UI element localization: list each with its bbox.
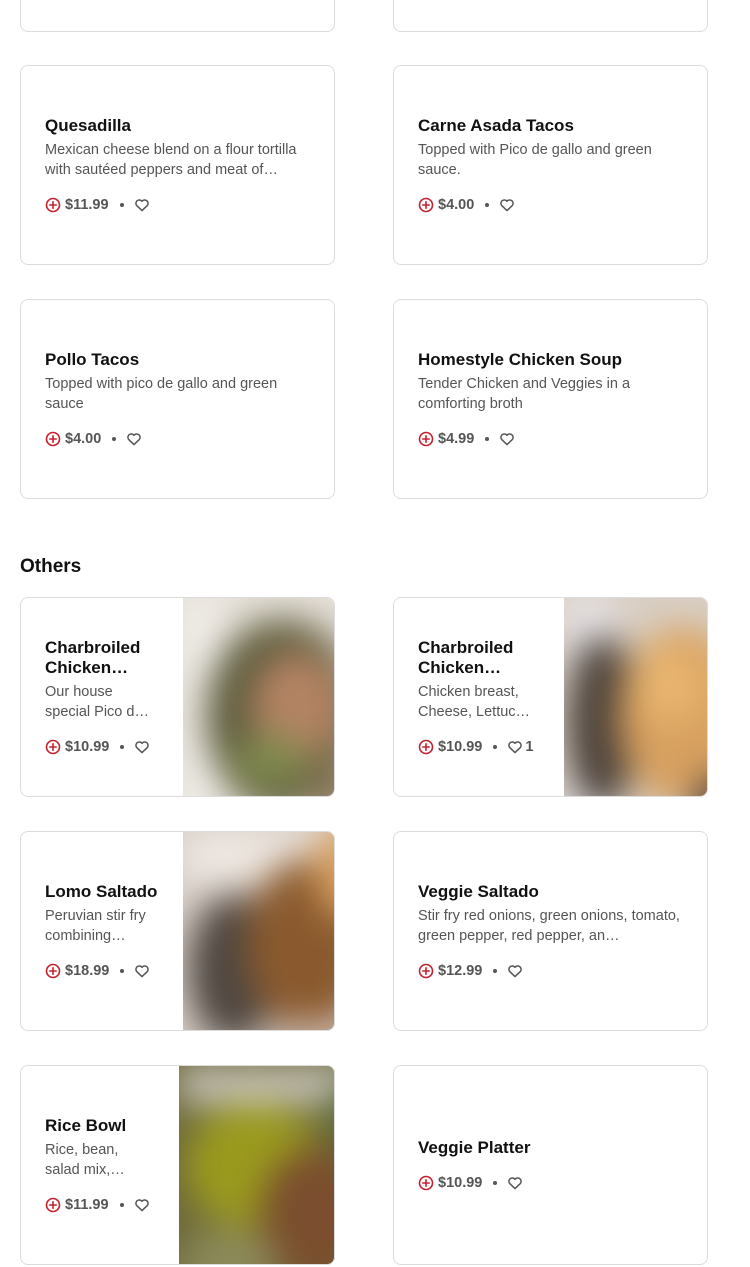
circle-plus-icon[interactable] xyxy=(45,739,61,755)
heart-outline-icon xyxy=(134,739,150,755)
item-name: Charbroiled Chicken… xyxy=(45,638,141,677)
item-photo xyxy=(183,832,334,1030)
heart-outline-icon xyxy=(507,1175,523,1191)
menu-item-card[interactable]: Homestyle Chicken Soup Tender Chicken an… xyxy=(393,299,708,499)
section-title-others: Others xyxy=(20,556,82,577)
separator-dot xyxy=(493,969,498,973)
heart-outline-icon xyxy=(499,431,515,447)
item-description: Our house special Pico d… xyxy=(45,684,149,720)
item-description: Stir fry red onions, green onions, tomat… xyxy=(418,908,680,944)
item-name: Charbroiled Chicken… xyxy=(418,638,514,677)
item-price: $10.99 xyxy=(438,739,483,755)
favorite-button[interactable] xyxy=(134,739,150,755)
separator-dot xyxy=(119,1203,124,1207)
heart-outline-icon xyxy=(499,197,515,213)
item-meta: $4.00 xyxy=(45,430,310,448)
heart-outline-icon xyxy=(134,1197,150,1213)
circle-plus-icon[interactable] xyxy=(418,739,434,755)
menu-item-card[interactable]: Rice Bowl Rice, bean, salad mix,… $11.99 xyxy=(20,1065,335,1265)
circle-plus-icon[interactable] xyxy=(418,963,434,979)
item-photo xyxy=(183,598,334,796)
item-name: Lomo Saltado xyxy=(45,882,158,901)
item-description: Rice, bean, salad mix,… xyxy=(45,1142,125,1178)
item-name: Quesadilla xyxy=(45,116,131,135)
circle-plus-icon[interactable] xyxy=(45,963,61,979)
item-photo xyxy=(564,598,707,796)
menu-item-card[interactable]: Charbroiled Chicken… Chicken breast, Che… xyxy=(393,597,708,797)
favorite-button[interactable] xyxy=(134,197,150,213)
menu-item-card[interactable]: Pollo Tacos Topped with pico de gallo an… xyxy=(20,299,335,499)
favorite-button[interactable] xyxy=(499,431,515,447)
item-price: $11.99 xyxy=(65,1197,109,1213)
item-name: Veggie Saltado xyxy=(418,882,539,901)
separator-dot xyxy=(485,203,490,207)
menu-item-card[interactable]: Charbroiled Chicken… Our house special P… xyxy=(20,597,335,797)
menu-item-card[interactable]: Quesadilla Mexican cheese blend on a flo… xyxy=(20,65,335,265)
item-price: $4.99 xyxy=(438,431,475,447)
favorite-button[interactable]: 1 xyxy=(507,739,533,755)
item-description: Topped with pico de gallo and green sauc… xyxy=(45,376,278,412)
favorite-button[interactable] xyxy=(126,431,142,447)
favorite-button[interactable] xyxy=(499,197,515,213)
circle-plus-icon[interactable] xyxy=(418,197,434,213)
favorite-button[interactable] xyxy=(134,963,150,979)
heart-outline-icon xyxy=(507,739,523,755)
item-name: Rice Bowl xyxy=(45,1116,127,1135)
heart-outline-icon xyxy=(134,963,150,979)
item-photo xyxy=(179,1066,334,1264)
item-description: Tender Chicken and Veggies in a comforti… xyxy=(418,376,631,412)
menu-page: Quesadilla Mexican cheese blend on a flo… xyxy=(0,0,750,1267)
menu-item-card[interactable]: Carne Asada Tacos Topped with Pico de ga… xyxy=(393,65,708,265)
item-price: $10.99 xyxy=(65,739,110,755)
circle-plus-icon[interactable] xyxy=(45,431,61,447)
heart-outline-icon xyxy=(507,963,523,979)
item-meta: $4.99 xyxy=(418,430,683,448)
heart-outline-icon xyxy=(126,431,142,447)
circle-plus-icon[interactable] xyxy=(45,197,61,213)
item-meta: $11.99 xyxy=(45,1196,157,1214)
item-meta: $12.99 xyxy=(418,962,683,980)
menu-item-card[interactable]: Veggie Saltado Stir fry red onions, gree… xyxy=(393,831,708,1031)
item-meta: $10.99 1 xyxy=(418,738,538,756)
item-meta: $10.99 xyxy=(45,738,160,756)
item-price: $12.99 xyxy=(438,963,483,979)
circle-plus-icon[interactable] xyxy=(418,431,434,447)
menu-item-card-partial[interactable] xyxy=(393,0,708,32)
item-price: $4.00 xyxy=(438,197,475,213)
item-meta: $10.99 xyxy=(418,1174,683,1192)
separator-dot xyxy=(112,437,117,441)
item-price: $4.00 xyxy=(65,431,102,447)
menu-item-card-partial[interactable] xyxy=(20,0,335,32)
favorite-button[interactable] xyxy=(507,1175,523,1191)
item-description: Chicken breast, Cheese, Lettuc… xyxy=(418,684,531,720)
favorite-button[interactable] xyxy=(507,963,523,979)
item-meta: $18.99 xyxy=(45,962,160,980)
circle-plus-icon[interactable] xyxy=(418,1175,434,1191)
heart-outline-icon xyxy=(134,197,150,213)
item-price: $18.99 xyxy=(65,963,110,979)
item-meta: $4.00 xyxy=(418,196,683,214)
item-description: Mexican cheese blend on a flour tortilla… xyxy=(45,142,297,178)
item-price: $11.99 xyxy=(65,197,109,213)
separator-dot xyxy=(493,1181,498,1185)
item-name: Carne Asada Tacos xyxy=(418,116,574,135)
item-description: Topped with Pico de gallo and green sauc… xyxy=(418,142,652,178)
favorite-button[interactable] xyxy=(134,1197,150,1213)
separator-dot xyxy=(119,203,124,207)
item-name: Veggie Platter xyxy=(418,1138,531,1157)
menu-item-card[interactable]: Veggie Platter $10.99 xyxy=(393,1065,708,1265)
item-price: $10.99 xyxy=(438,1175,483,1191)
separator-dot xyxy=(485,437,490,441)
circle-plus-icon[interactable] xyxy=(45,1197,61,1213)
item-meta: $11.99 xyxy=(45,196,310,214)
item-name: Homestyle Chicken Soup xyxy=(418,350,623,369)
item-name: Pollo Tacos xyxy=(45,350,140,369)
separator-dot xyxy=(493,745,498,749)
item-description: Peruvian stir fry combining… xyxy=(45,908,146,944)
menu-item-card[interactable]: Lomo Saltado Peruvian stir fry combining… xyxy=(20,831,335,1031)
like-count: 1 xyxy=(525,739,534,755)
separator-dot xyxy=(120,745,125,749)
separator-dot xyxy=(120,969,125,973)
